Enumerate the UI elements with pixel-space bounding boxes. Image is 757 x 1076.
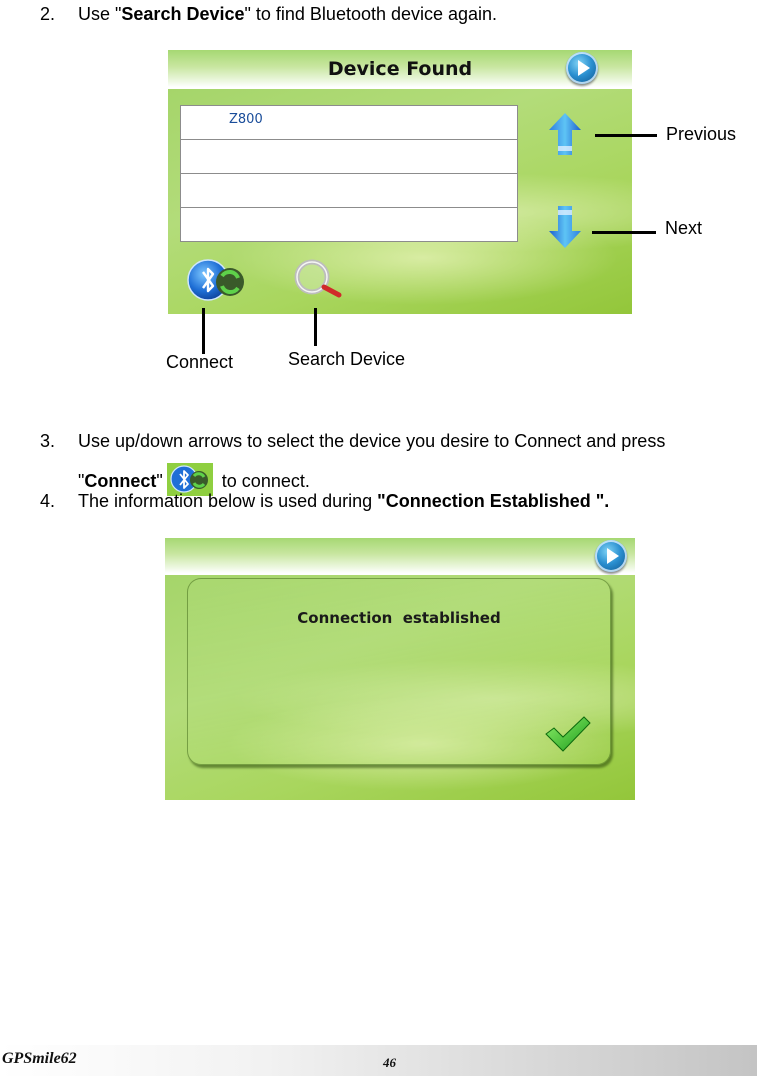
callout-search-device: Search Device xyxy=(288,349,406,369)
footer-brand: GPSmile62 xyxy=(2,1050,77,1067)
callout-next: Next xyxy=(665,218,703,238)
bold-segment: Connect xyxy=(84,471,157,491)
device-name: Z800 xyxy=(229,112,263,127)
play-icon[interactable] xyxy=(566,52,598,84)
device-list-item[interactable] xyxy=(180,139,518,173)
step-text-line1: Use up/down arrows to select the device … xyxy=(78,431,666,451)
message-panel: Connection established xyxy=(187,578,611,765)
step-number: 2. xyxy=(40,4,56,24)
screen-header: Device Found xyxy=(168,50,632,87)
device-found-screen: Device Found Z800 xyxy=(168,50,632,314)
device-name xyxy=(181,145,229,151)
callout-previous: Previous xyxy=(666,124,737,144)
step-text: Use "Search Device" to find Bluetooth de… xyxy=(78,3,497,25)
screen-header xyxy=(165,538,635,573)
step-number: 4. xyxy=(40,491,56,511)
step-4: 4. The information below is used during … xyxy=(40,490,609,512)
device-name xyxy=(181,179,229,185)
callout-line-connect xyxy=(202,308,205,354)
text-segment: The information below is used during xyxy=(78,491,378,511)
page-number: 46 xyxy=(383,1055,396,1070)
screen-title: Device Found xyxy=(327,58,473,80)
callout-line-next xyxy=(592,231,656,234)
step-3: 3. Use up/down arrows to select the devi… xyxy=(40,430,757,496)
play-icon[interactable] xyxy=(595,540,627,572)
text-segment: to connect. xyxy=(221,471,310,491)
device-list-item[interactable]: Z800 xyxy=(180,105,518,139)
text-segment: " to find Bluetooth device again. xyxy=(244,4,498,24)
bluetooth-connect-icon[interactable] xyxy=(186,258,248,302)
device-list-item[interactable] xyxy=(180,207,518,242)
device-list-item[interactable] xyxy=(180,173,518,207)
callout-connect: Connect xyxy=(166,352,234,372)
checkmark-icon[interactable] xyxy=(544,714,592,754)
step-number: 3. xyxy=(40,431,56,451)
device-list: Z800 xyxy=(180,105,518,242)
connection-established-screen: Connection established xyxy=(165,538,635,800)
step-2: 2. Use "Search Device" to find Bluetooth… xyxy=(40,3,497,25)
magnifier-icon[interactable] xyxy=(292,258,350,302)
bold-segment: "Connection Established ". xyxy=(377,491,610,511)
callout-line-search xyxy=(314,308,317,346)
arrow-up-icon[interactable] xyxy=(548,112,582,156)
page-footer: GPSmile62 46 xyxy=(0,1045,757,1076)
step-text: The information below is used during "Co… xyxy=(78,490,609,512)
text-segment: Use " xyxy=(78,4,122,24)
callout-line-previous xyxy=(595,134,657,137)
device-name xyxy=(181,213,229,219)
bold-segment: Search Device xyxy=(121,4,245,24)
text-segment: " xyxy=(156,471,163,491)
arrow-down-icon[interactable] xyxy=(548,205,582,249)
connection-message: Connection established xyxy=(297,609,501,627)
